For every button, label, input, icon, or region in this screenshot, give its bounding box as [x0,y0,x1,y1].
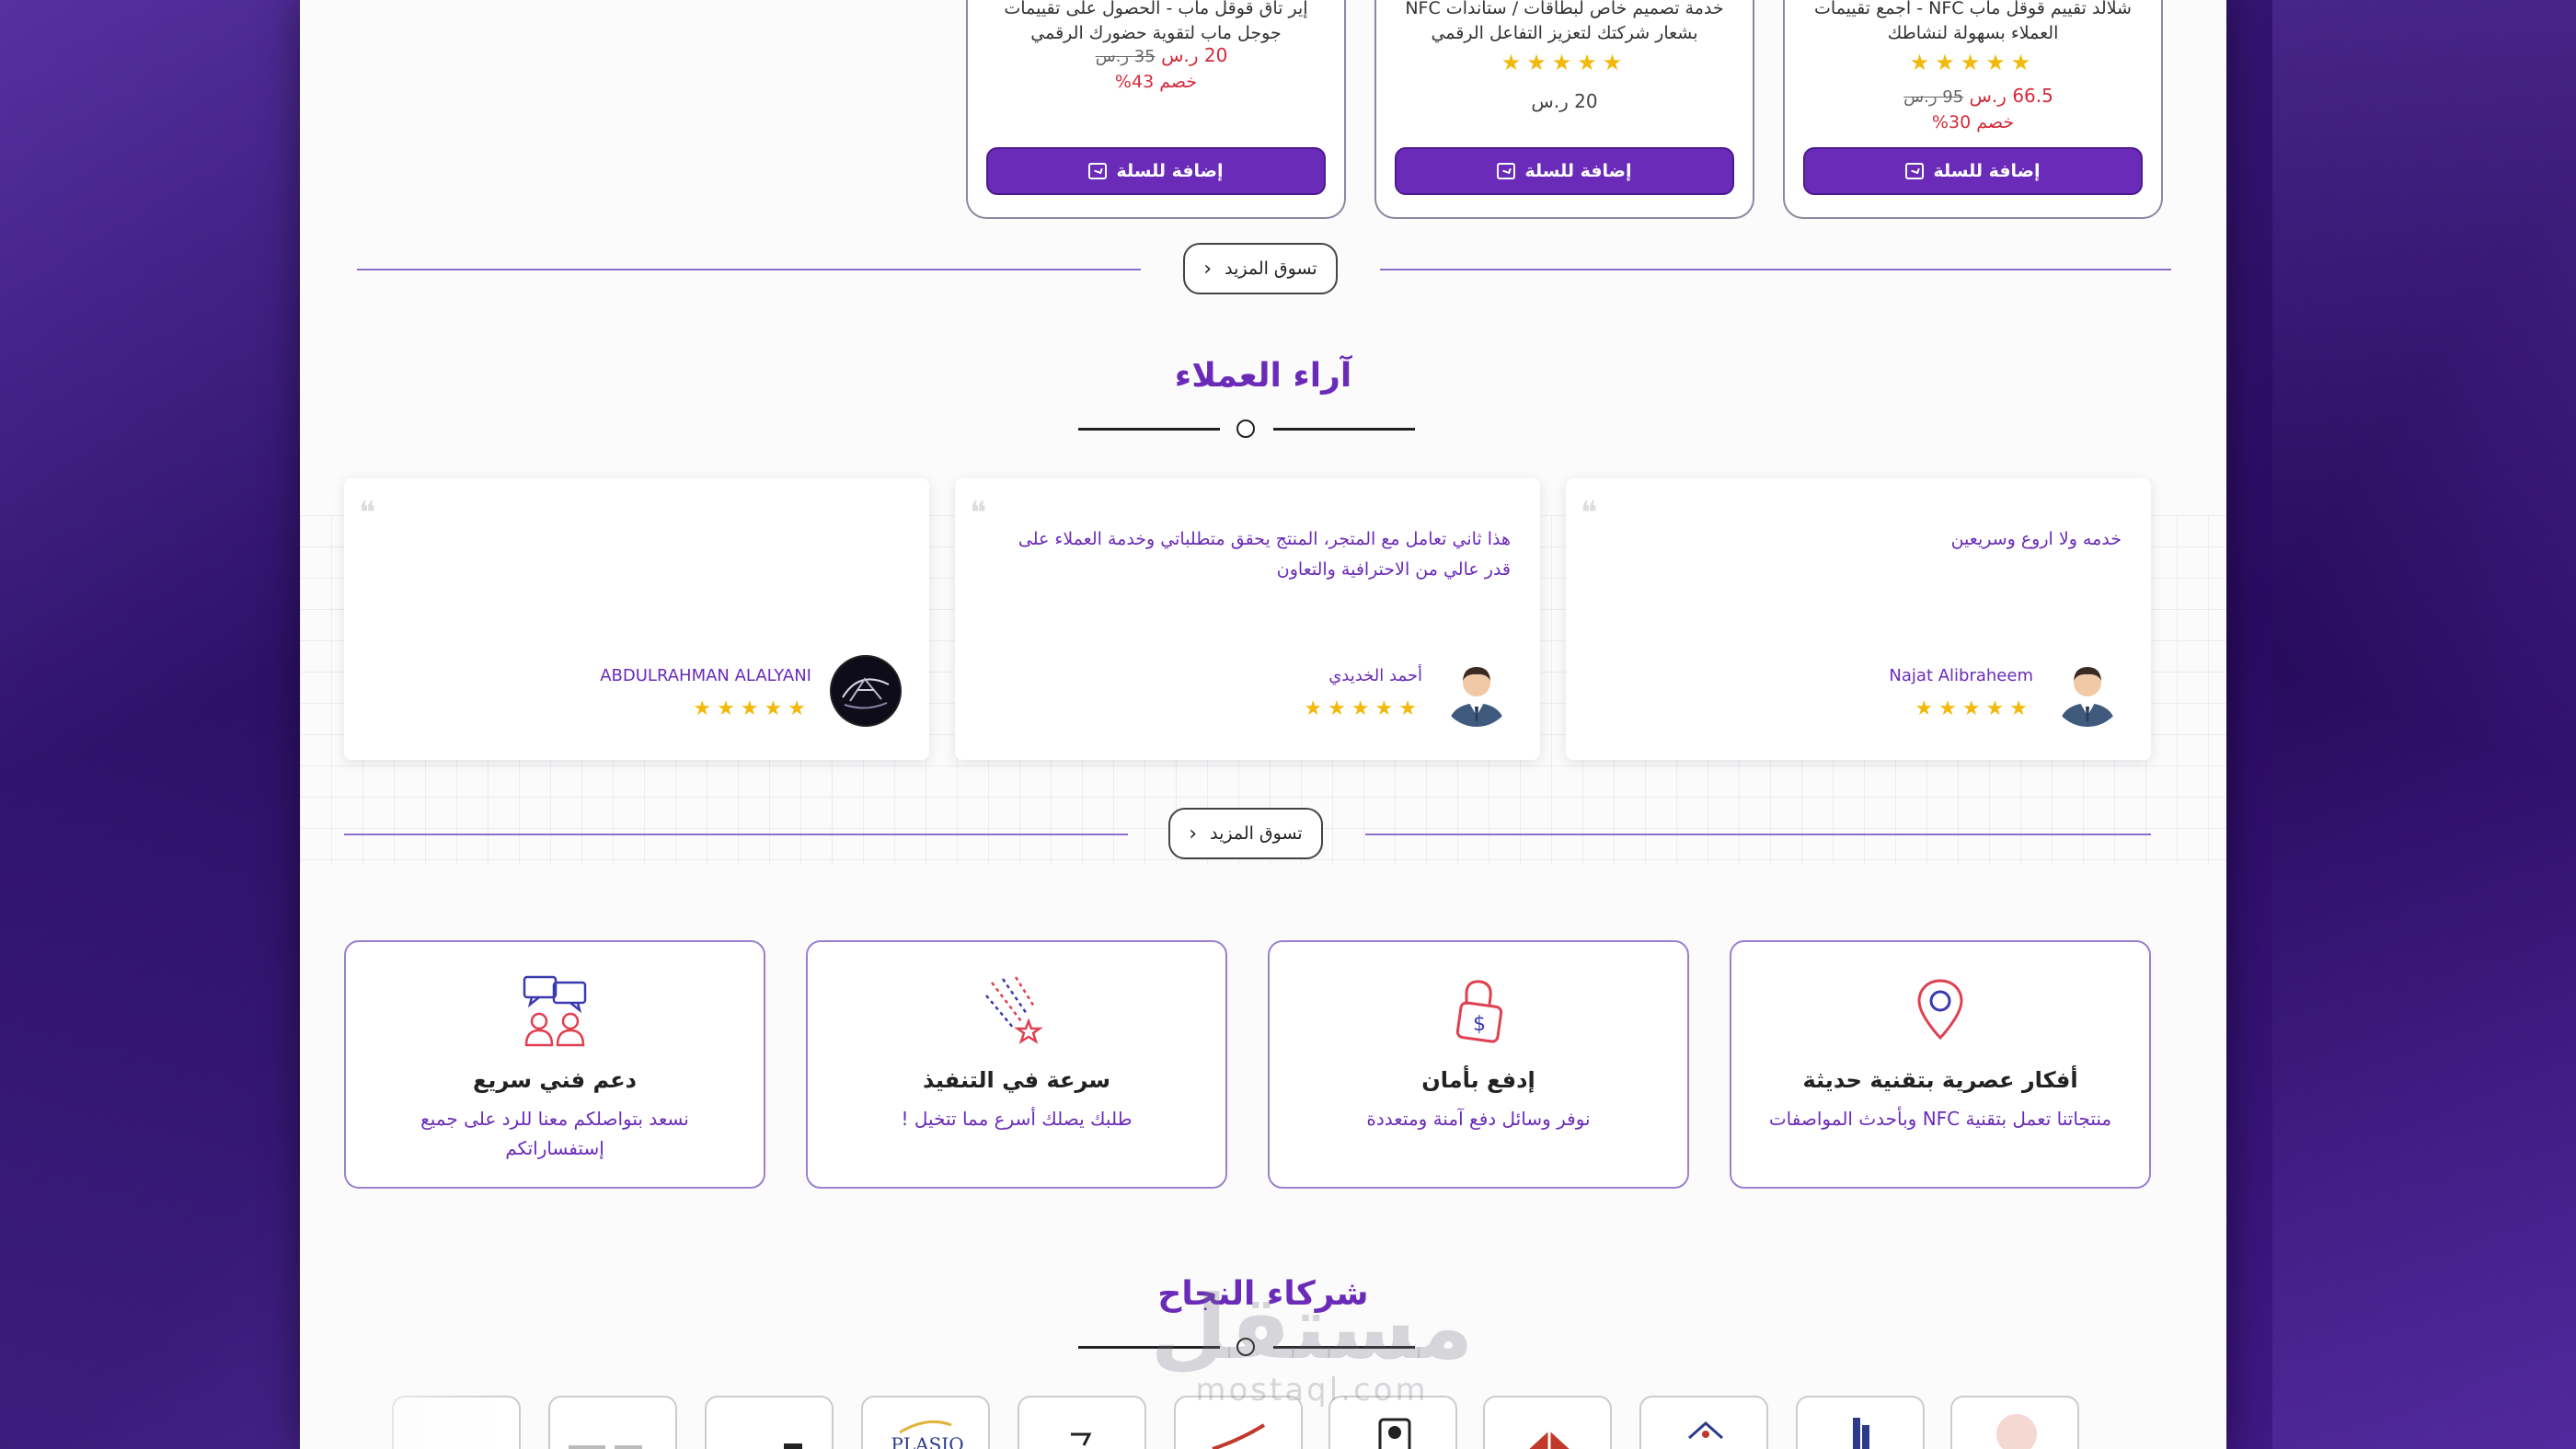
partner-logo[interactable] [1950,1396,2079,1449]
shop-more-button[interactable]: تسوق المزيد ‹ [1183,243,1338,294]
product-discount: خصم 43% [1114,72,1198,92]
partners-title: شركاء النجاح [1157,1275,1369,1313]
divider-line [1365,834,2151,835]
product-card[interactable]: إير تاق قوقل ماب - الحصول على تقييمات جو… [966,0,1346,219]
product-price: 20 ر.س [1531,90,1598,112]
feature-title: دعم فني سريع [473,1067,637,1093]
add-to-cart-button[interactable]: إضافة للسلة [1395,147,1734,195]
product-card[interactable]: شلالد تقييم قوقل ماب NFC - اجمع تقييمات … [1783,0,2163,219]
product-card[interactable]: خدمة تصميم خاص لبطاقات / ستاندات NFC بشع… [1374,0,1754,219]
product-old-price: 95 ر.س [1903,87,1964,107]
feature-title: إدفع بأمان [1421,1067,1535,1093]
partner-logo[interactable] [1796,1396,1925,1449]
product-price: 20 ر.س [1161,44,1228,66]
carousel-fade [2116,1380,2226,1449]
quote-icon: ❝ [1581,495,1598,532]
review-card: ❝ هذا ثاني تعامل مع المتجر، المنتج يحقق … [955,478,1540,760]
partner-logo[interactable] [705,1396,834,1449]
svg-text:$: $ [1473,1013,1486,1036]
reviewer-name: Najat Alibraheem [1889,666,2033,685]
shop-more-label: تسوق المزيد [1210,823,1303,844]
carousel-fade [300,1380,512,1449]
feature-card-secure-payment: $ إدفع بأمان نوفر وسائل دفع آمنة ومتعددة [1268,940,1689,1189]
shop-more-button[interactable]: تسوق المزيد ‹ [1168,808,1323,859]
partner-logo[interactable] [1174,1396,1303,1449]
review-text: هذا ثاني تعامل مع المتجر، المنتج يحقق مت… [1018,529,1511,580]
add-to-cart-label: إضافة للسلة [1933,161,2041,181]
add-to-cart-button[interactable]: إضافة للسلة [1803,147,2143,195]
partner-logo[interactable] [1328,1396,1457,1449]
feature-description: طلبك يصلك أسرع مما تتخيل ! [901,1108,1133,1130]
partner-logo[interactable] [1018,1396,1146,1449]
feature-card-support: دعم فني سريع نسعد بتواصلكم معنا للرد على… [344,940,765,1189]
add-to-cart-button[interactable]: إضافة للسلة [986,147,1326,195]
divider-line [344,834,1128,835]
title-ornament [1078,1338,1415,1356]
feature-description: نسعد بتواصلكم معنا للرد على جميع إستفسار… [420,1108,689,1159]
product-price-row: 66.5 ر.س 95 ر.س [1785,85,2161,107]
background-right [2272,0,2576,1449]
cart-icon [1088,163,1108,179]
store-page: شلالد تقييم قوقل ماب NFC - اجمع تقييمات … [300,0,2226,1449]
feature-title: أفكار عصرية بتقنية حديثة [1802,1067,2078,1093]
feature-description: منتجاتنا تعمل بتقنية NFC وبأحدث المواصفا… [1768,1108,2112,1130]
dark-logo-avatar [830,655,902,727]
add-to-cart-label: إضافة للسلة [1524,161,1632,181]
feature-description: نوفر وسائل دفع آمنة ومتعددة [1366,1108,1591,1130]
cart-icon [1905,163,1925,179]
support-chat-icon [513,970,596,1052]
quote-icon: ❝ [359,495,376,532]
feature-title: سرعة في التنفيذ [923,1067,1110,1093]
product-price: 66.5 ر.س [1969,85,2053,107]
chevron-left-icon: ‹ [1203,257,1213,281]
product-discount: خصم 30% [1931,112,2015,132]
partner-logo[interactable] [1639,1396,1768,1449]
partner-logo-text: PLASIO [891,1433,963,1449]
reviewer-name: ABDULRAHMAN ALALYANI [600,666,811,685]
chevron-left-icon: ‹ [1189,822,1198,845]
review-card: ❝ ABDULRAHMAN ALALYANI ★★★★★ [344,478,929,760]
add-to-cart-label: إضافة للسلة [1116,161,1224,181]
partner-logo[interactable] [548,1396,677,1449]
person-avatar [1441,655,1512,727]
reviewer-rating-stars: ★★★★★ [1304,697,1422,720]
product-title[interactable]: شلالد تقييم قوقل ماب NFC - اجمع تقييمات … [1803,0,2143,46]
reviewer-name: أحمد الخديدي [1328,666,1422,685]
reviewer-rating-stars: ★★★★★ [693,697,811,720]
product-rating-stars: ★★★★★ [1501,50,1628,75]
secure-payment-lock-icon: $ [1437,970,1520,1052]
product-price-row: 20 ر.س 35 ر.س [968,44,1344,66]
partner-logo[interactable]: PLASIO [861,1396,990,1449]
divider-line [357,269,1141,270]
location-pin-icon [1899,970,1982,1052]
product-old-price: 35 ر.س [1095,47,1156,66]
shop-more-label: تسوق المزيد [1225,259,1317,279]
title-ornament [1078,420,1415,438]
person-avatar [2052,655,2123,727]
product-title[interactable]: خدمة تصميم خاص لبطاقات / ستاندات NFC بشع… [1395,0,1734,46]
divider-line [1380,269,2171,270]
product-title[interactable]: إير تاق قوقل ماب - الحصول على تقييمات جو… [986,0,1326,46]
review-card: ❝ خدمه ولا اروع وسريعين Najat Alibraheem… [1566,478,2151,760]
reviewer-rating-stars: ★★★★★ [1915,697,2033,720]
quote-icon: ❝ [970,495,987,532]
review-text: خدمه ولا اروع وسريعين [1950,529,2122,549]
background-left [0,0,304,1449]
cart-icon [1497,163,1516,179]
feature-card-fast-delivery: سرعة في التنفيذ طلبك يصلك أسرع مما تتخيل… [806,940,1227,1189]
product-rating-stars: ★★★★★ [1909,50,2037,75]
partner-logo[interactable] [1483,1396,1612,1449]
testimonials-title: آراء العملاء [1174,357,1352,395]
shooting-star-icon [975,970,1058,1052]
feature-card-modern-ideas: أفكار عصرية بتقنية حديثة منتجاتنا تعمل ب… [1730,940,2151,1189]
